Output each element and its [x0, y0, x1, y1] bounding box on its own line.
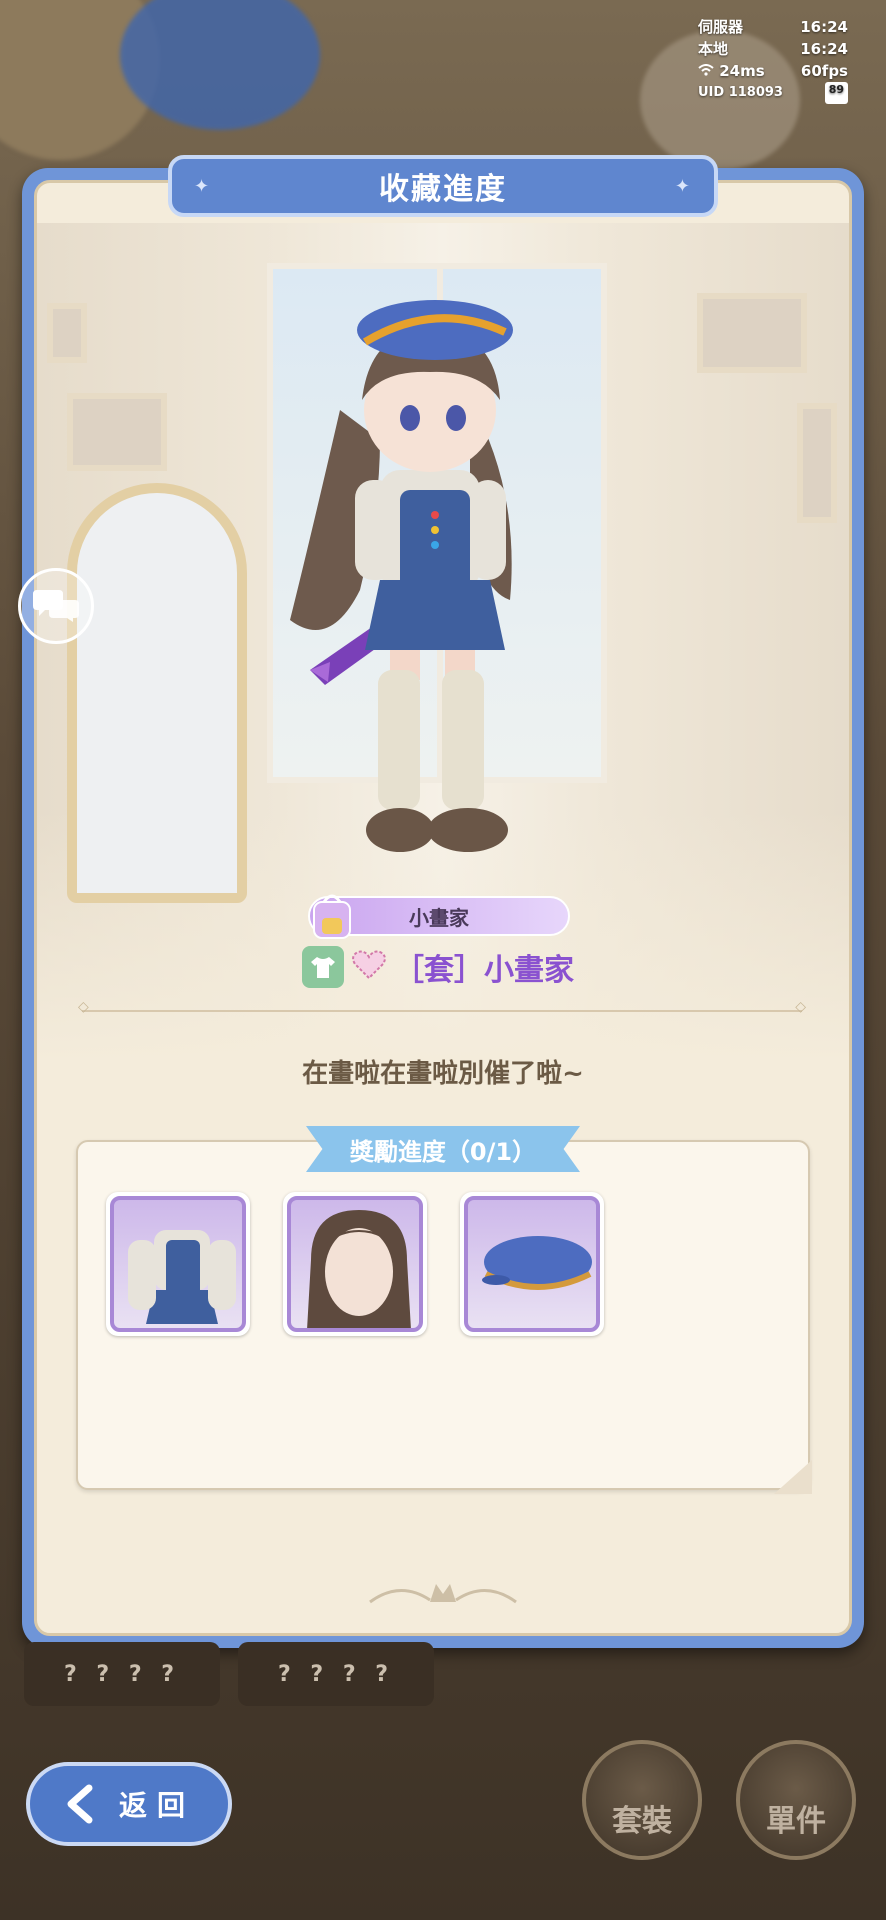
back-label: 返回 [118, 1789, 195, 1822]
bottom-ornament [360, 1574, 526, 1614]
hidden-card[interactable]: ? ? ? ? [24, 1642, 220, 1706]
wall-frame [697, 293, 807, 373]
character-model [270, 290, 590, 890]
item-quote: 在畫啦在畫啦別催了啦~ [302, 1059, 584, 1089]
ping-value: 24ms [719, 62, 765, 80]
reward-item-outfit[interactable] [106, 1192, 250, 1336]
panel-title: 收藏進度 [379, 172, 507, 207]
uid-text: UID 118093 [698, 85, 783, 100]
wall-frame [797, 403, 837, 523]
shirt-icon [302, 946, 344, 988]
server-time: 16:24 [800, 18, 848, 36]
set-name-row: ［套］小畫家 [302, 944, 574, 990]
reward-progress-tab: 獎勵進度（0/1） [306, 1126, 580, 1172]
set-name: ［套］小畫家 [394, 953, 574, 988]
server-label: 伺服器 [698, 18, 744, 36]
panel-title-ribbon: ✦ 收藏進度 ✦ [168, 155, 718, 217]
room-mirror [67, 483, 247, 903]
reward-item-beret[interactable] [460, 1192, 604, 1336]
sparkle-icon: ✦ [674, 175, 692, 197]
single-tab-button[interactable]: 單件 [736, 1740, 856, 1860]
outfit-bag-icon [304, 888, 360, 944]
wall-frame [67, 393, 167, 471]
back-arrow-icon [63, 1784, 103, 1824]
wifi-icon [698, 62, 714, 80]
single-tab-label: 單件 [766, 1804, 826, 1839]
heart-icon [352, 950, 386, 984]
reward-item-hair[interactable] [283, 1192, 427, 1336]
status-overlay: 伺服器 16:24 本地 16:24 24ms 60fps UID 118093 89 [698, 16, 848, 104]
local-label: 本地 [698, 40, 729, 58]
set-tab-label: 套裝 [612, 1804, 672, 1839]
chat-button[interactable] [18, 568, 94, 644]
hidden-card[interactable]: ? ? ? ? [238, 1642, 434, 1706]
ping-readout: 24ms [698, 60, 765, 82]
sparkle-icon: ✦ [194, 175, 212, 197]
back-button[interactable]: 返回 [26, 1762, 232, 1846]
set-tab-button[interactable]: 套裝 [582, 1740, 702, 1860]
section-divider [78, 999, 806, 1015]
local-time: 16:24 [800, 40, 848, 58]
chat-bubble-icon [33, 586, 79, 626]
wall-frame [47, 303, 87, 363]
fps-value: 60fps [800, 62, 848, 80]
background-flower [120, 0, 320, 130]
item-name: 小畫家 [409, 905, 469, 930]
item-name-pill: 小畫家 [308, 894, 570, 939]
battery-badge: 89 [824, 82, 848, 104]
